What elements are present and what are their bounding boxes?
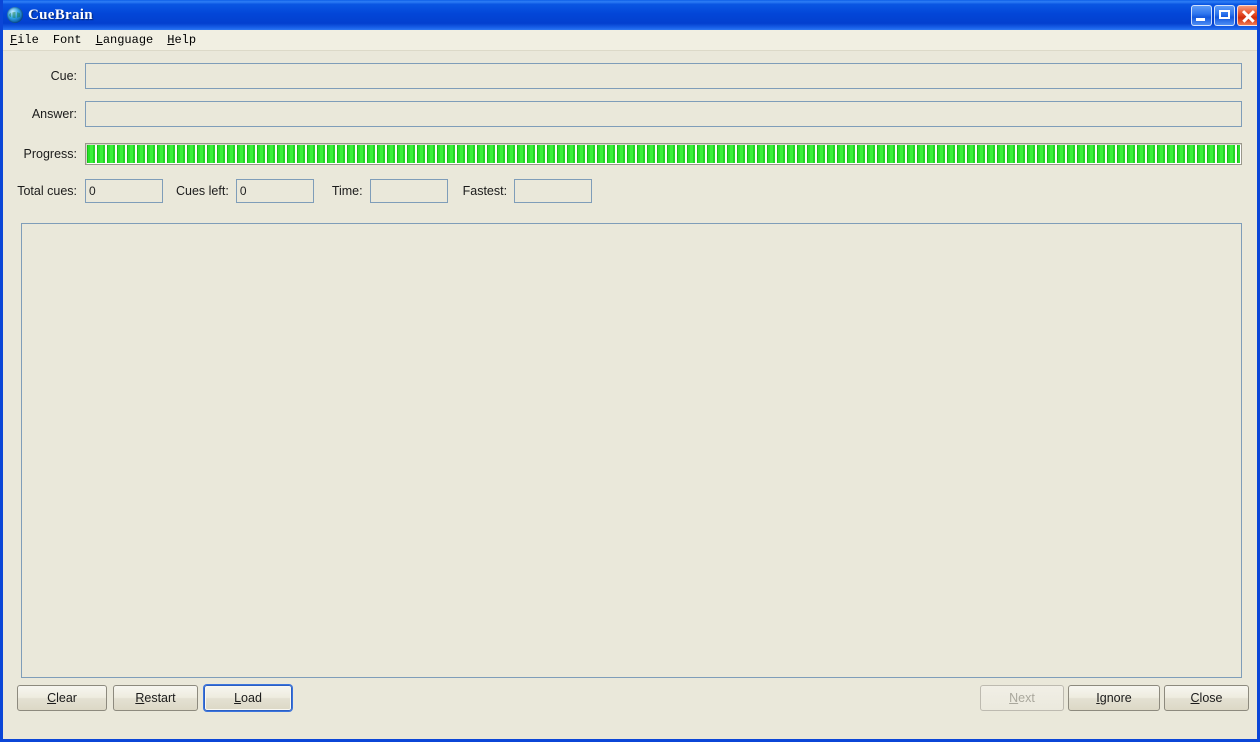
maximize-button[interactable] [1214,4,1235,26]
restart-button[interactable]: Restart [113,685,198,711]
window-title: CueBrain [28,6,93,23]
application-window: CueBrain File Font Language Help Cue: An… [0,0,1260,742]
fastest-label: Fastest: [462,184,508,198]
content-text-area[interactable] [21,223,1242,678]
progress-bar-fill [87,145,1240,163]
close-rest: lose [1199,691,1223,705]
cues-left-label: Cues left: [176,184,229,198]
answer-input[interactable] [85,101,1242,127]
minimize-button[interactable] [1191,4,1212,26]
restart-mnemonic: R [135,691,145,705]
menu-font-label: Font [52,33,82,47]
menu-item-file[interactable]: File [3,31,46,49]
total-cues-value[interactable]: 0 [85,179,163,203]
title-bar[interactable]: CueBrain [3,0,1257,30]
globe-icon [7,7,23,23]
cues-left-value[interactable]: 0 [235,179,314,203]
progress-label: Progress: [23,147,78,161]
menu-language-rest: anguage [102,33,154,47]
menu-item-font[interactable]: Font [46,31,89,49]
next-mnemonic: N [1009,691,1019,705]
window-controls [1191,4,1257,26]
answer-label: Answer: [31,107,77,121]
menu-bar: File Font Language Help [3,30,1257,51]
next-rest: ext [1018,691,1035,705]
ignore-button[interactable]: Ignore [1068,685,1160,711]
time-label: Time: [331,184,363,198]
close-window-button[interactable] [1237,4,1257,26]
time-value[interactable] [369,179,448,203]
answer-row: Answer: [3,101,1257,127]
close-button[interactable]: Close [1164,685,1249,711]
clear-button[interactable]: Clear [17,685,107,711]
menu-item-language[interactable]: Language [89,31,161,49]
cue-row: Cue: [3,63,1257,89]
progress-row: Progress: [3,143,1257,165]
clear-mnemonic: C [47,691,57,705]
ignore-rest: gnore [1099,691,1132,705]
stats-row: Total cues: 0 Cues left: 0 Time: Fastest… [3,179,1257,203]
client-area: Cue: Answer: Progress: Total cues: 0 Cue… [3,51,1257,739]
menu-language-mnemonic: L [95,33,103,47]
menu-help-rest: elp [174,33,197,47]
load-mnemonic: L [234,691,242,705]
cue-label: Cue: [50,69,77,83]
next-button[interactable]: Next [980,685,1064,711]
close-mnemonic: C [1190,691,1200,705]
fastest-value[interactable] [514,179,593,203]
total-cues-label: Total cues: [17,184,77,198]
restart-rest: estart [144,691,176,705]
button-bar: Clear Restart Load Next Ignore Close [3,685,1257,729]
load-rest: oad [241,691,262,705]
clear-rest: lear [56,691,77,705]
cue-input[interactable] [85,63,1242,89]
menu-file-rest: ile [17,33,39,47]
menu-item-help[interactable]: Help [160,31,203,49]
progress-bar [85,143,1242,165]
load-button[interactable]: Load [204,685,292,711]
